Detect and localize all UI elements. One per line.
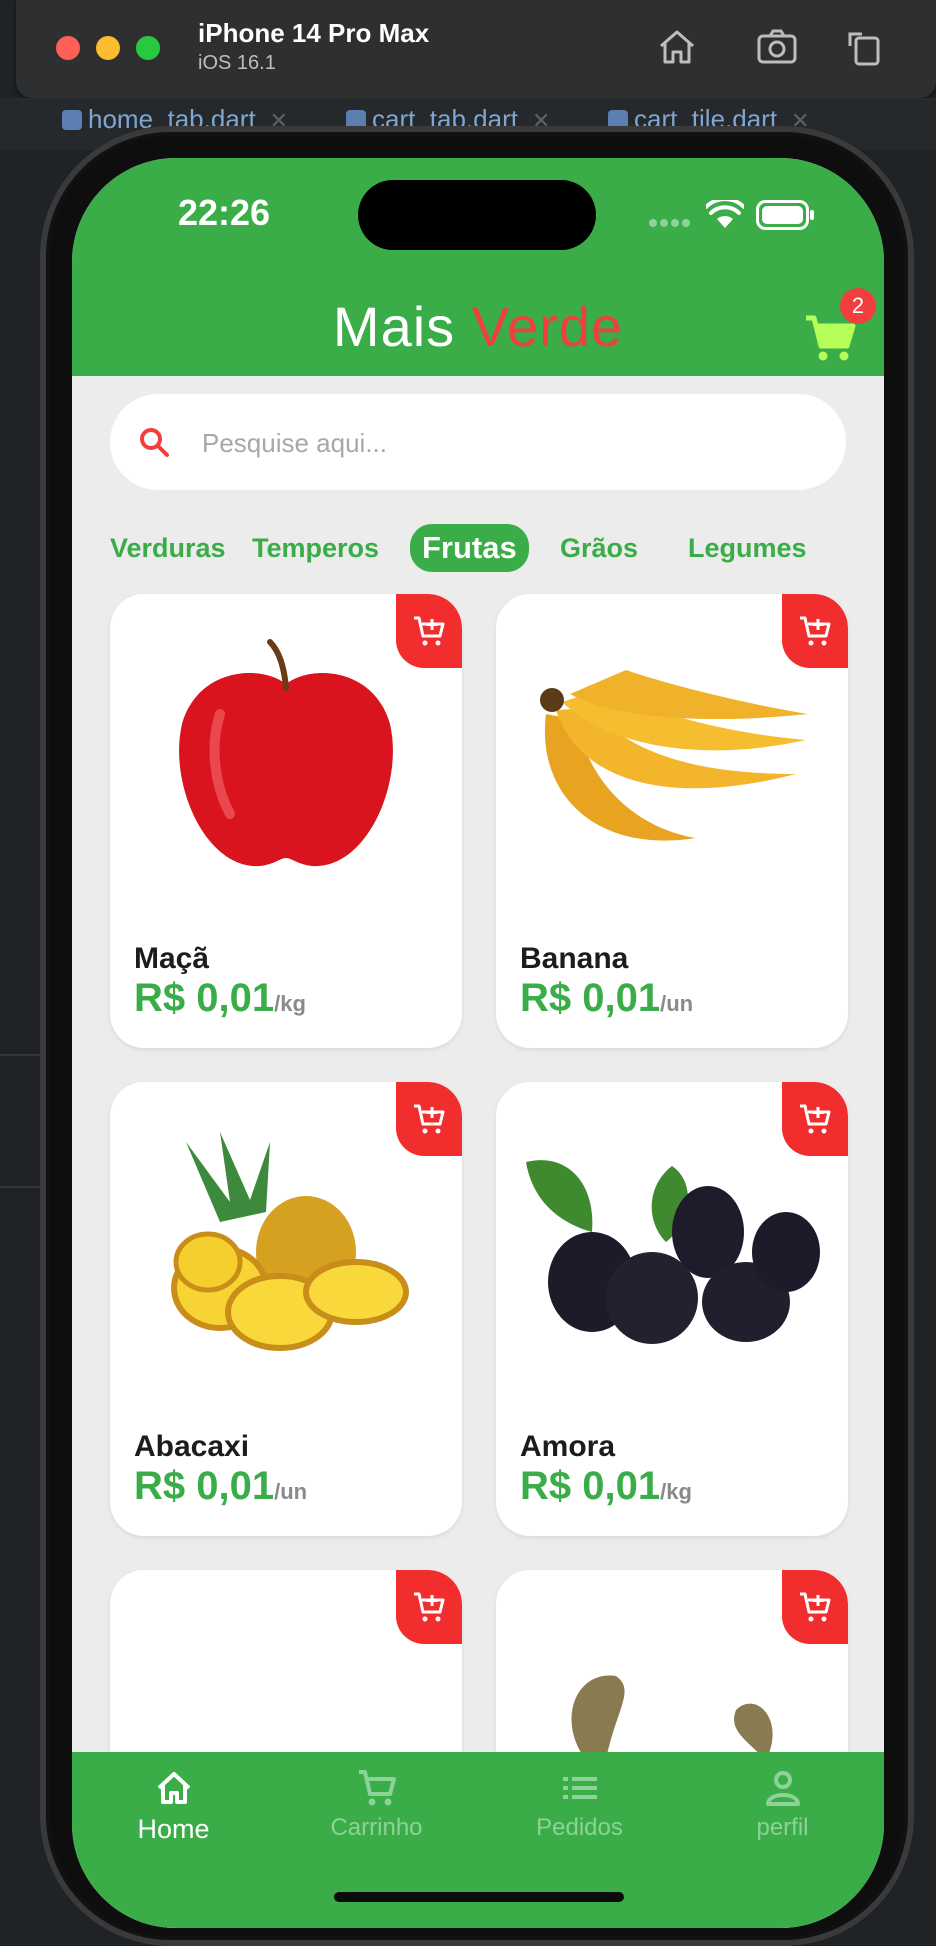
bottom-navigation: Home Carrinho Pedidos perfil: [72, 1752, 884, 1928]
product-name: Banana: [520, 942, 629, 975]
battery-icon: [756, 200, 814, 230]
category-legumes[interactable]: Legumes: [688, 524, 807, 572]
product-price: R$ 0,01/kg: [134, 976, 306, 1020]
app-screen: 22:26 Mais Verde 2 Verdu: [72, 158, 884, 1928]
category-tabs: Verduras Temperos Frutas Grãos Legumes: [72, 524, 884, 576]
window-minimize-button[interactable]: [96, 36, 120, 60]
product-price: R$ 0,01/un: [134, 1464, 308, 1508]
home-icon: [157, 1772, 190, 1804]
app-bar: 22:26 Mais Verde 2: [72, 158, 884, 376]
search-icon: [140, 428, 169, 457]
os-version: iOS 16.1: [198, 52, 276, 74]
apple-image: [179, 639, 393, 867]
window-close-button[interactable]: [56, 36, 80, 60]
product-price: R$ 0,01/kg: [520, 1464, 692, 1508]
home-icon[interactable]: [654, 24, 700, 70]
nav-pedidos[interactable]: Pedidos: [478, 1768, 681, 1842]
category-graos[interactable]: Grãos: [560, 524, 638, 572]
window-zoom-button[interactable]: [136, 36, 160, 60]
wifi-icon: [706, 200, 744, 228]
simulator-toolbar: iPhone 14 Pro Max iOS 16.1: [16, 0, 936, 98]
pineapple-image: [171, 1132, 409, 1351]
product-card[interactable]: Amora R$ 0,01/kg: [496, 1082, 848, 1536]
blackberry-image: [526, 1160, 820, 1344]
product-name: Amora: [520, 1430, 616, 1463]
category-verduras[interactable]: Verduras: [110, 524, 226, 572]
banana-image: [540, 670, 808, 841]
product-card[interactable]: Banana R$ 0,01/un: [496, 594, 848, 1048]
nav-carrinho[interactable]: Carrinho: [275, 1768, 478, 1842]
product-name: Maçã: [134, 942, 210, 975]
category-temperos[interactable]: Temperos: [252, 524, 379, 572]
nav-perfil[interactable]: perfil: [681, 1768, 884, 1842]
cart-icon: [358, 1770, 396, 1806]
device-name: iPhone 14 Pro Max: [198, 18, 430, 48]
product-card[interactable]: Maçã R$ 0,01/kg: [110, 594, 462, 1048]
category-frutas[interactable]: Frutas: [410, 524, 529, 572]
product-price: R$ 0,01/un: [520, 976, 694, 1020]
person-icon: [765, 1771, 800, 1806]
signal-icon: [649, 219, 690, 227]
dart-file-icon: [62, 110, 82, 130]
cart-badge: 2: [840, 288, 876, 324]
product-name: Abacaxi: [134, 1430, 250, 1463]
nav-home[interactable]: Home: [72, 1768, 275, 1845]
search-input[interactable]: [200, 418, 824, 468]
list-icon: [562, 1777, 597, 1799]
status-time: 22:26: [178, 192, 271, 233]
app-title: Mais Verde: [332, 295, 624, 358]
dynamic-island: [358, 180, 596, 250]
product-card[interactable]: Abacaxi R$ 0,01/un: [110, 1082, 462, 1536]
screenshot-icon[interactable]: [754, 24, 800, 70]
home-indicator[interactable]: [334, 1892, 624, 1902]
rotate-icon[interactable]: [842, 24, 888, 70]
search-bar: [110, 394, 846, 490]
